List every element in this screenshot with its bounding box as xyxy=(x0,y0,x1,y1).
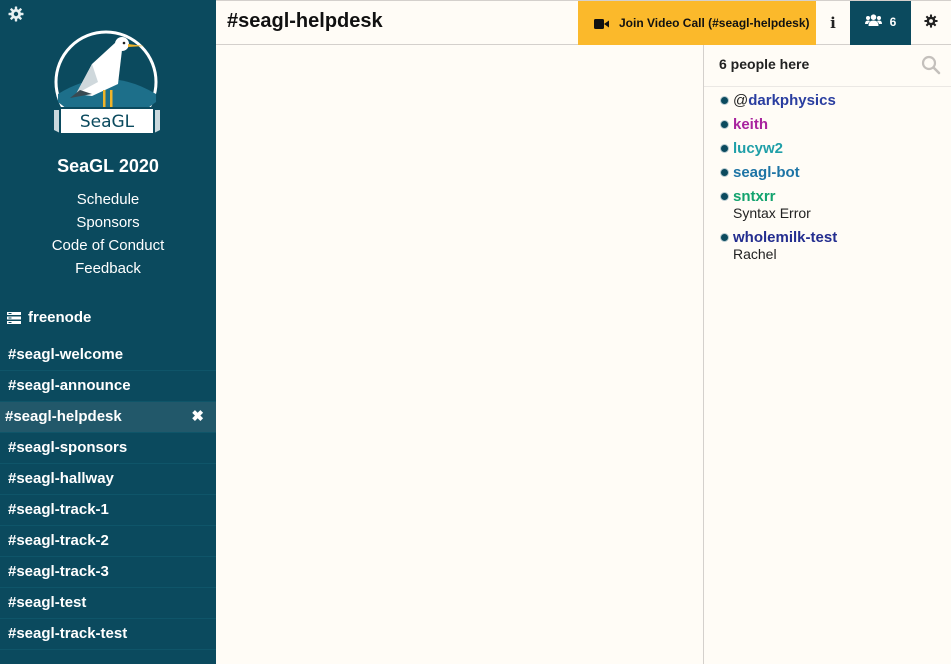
user-item[interactable]: sntxrr Syntax Error xyxy=(704,188,951,222)
user-nick-text: darkphysics xyxy=(748,92,836,109)
channel-item-seagl-test[interactable]: #seagl-test xyxy=(0,588,216,619)
online-status-dot xyxy=(721,145,728,152)
user-item[interactable]: @darkphysics xyxy=(704,92,951,109)
channel-item-seagl-helpdesk[interactable]: #seagl-helpdesk ✖ xyxy=(0,402,216,433)
online-status-dot xyxy=(721,169,728,176)
channel-item-seagl-track-2[interactable]: #seagl-track-2 xyxy=(0,526,216,557)
people-here-title: 6 people here xyxy=(719,56,810,72)
channel-name: #seagl-announce xyxy=(8,377,131,394)
channel-item-seagl-track-test[interactable]: #seagl-track-test xyxy=(0,619,216,650)
network-name: freenode xyxy=(28,308,92,326)
conference-title: SeaGL 2020 xyxy=(57,156,159,176)
code-of-conduct-link[interactable]: Code of Conduct xyxy=(0,234,216,257)
info-button[interactable]: i xyxy=(816,1,850,45)
user-nick: wholemilk-test xyxy=(733,229,838,246)
logo-text: SeaGL xyxy=(80,112,135,132)
channel-item-seagl-track-3[interactable]: #seagl-track-3 xyxy=(0,557,216,588)
channel-name: #seagl-hallway xyxy=(8,470,114,487)
channel-name: #seagl-track-3 xyxy=(8,563,109,580)
close-icon[interactable]: ✖ xyxy=(191,402,204,432)
channel-item-seagl-sponsors[interactable]: #seagl-sponsors xyxy=(0,433,216,464)
user-item[interactable]: seagl-bot xyxy=(704,164,951,181)
channel-name: #seagl-track-1 xyxy=(8,501,109,518)
conference-links: Schedule Sponsors Code of Conduct Feedba… xyxy=(0,188,216,280)
channel-name: #seagl-helpdesk xyxy=(5,408,122,425)
search-icon[interactable] xyxy=(921,55,941,75)
channel-name: #seagl-sponsors xyxy=(8,439,128,456)
user-realname: Syntax Error xyxy=(733,205,811,221)
channel-item-seagl-hallway[interactable]: #seagl-hallway xyxy=(0,464,216,495)
channel-name: #seagl-track-test xyxy=(8,625,128,642)
sidebar: SeaGL SeaGL 2020 Schedule Sponsors Code … xyxy=(0,0,216,664)
user-nick: seagl-bot xyxy=(733,164,800,181)
nicklist: 6 people here @darkphysics keith lucyw2 … xyxy=(703,45,951,664)
people-count: 6 xyxy=(889,15,897,29)
user-nick: lucyw2 xyxy=(733,140,784,157)
gear-icon[interactable] xyxy=(8,6,26,24)
channel-list: #seagl-welcome #seagl-announce #seagl-he… xyxy=(0,340,216,650)
schedule-link[interactable]: Schedule xyxy=(0,188,216,211)
seagl-logo: SeaGL xyxy=(52,24,162,142)
channel-name: #seagl-welcome xyxy=(8,346,124,363)
server-icon xyxy=(7,311,21,324)
users-icon xyxy=(864,14,882,32)
join-video-call-button[interactable]: Join Video Call (#seagl-helpdesk) xyxy=(578,1,816,45)
user-list: @darkphysics keith lucyw2 seagl-bot sntx… xyxy=(704,87,951,263)
nicklist-header: 6 people here xyxy=(704,45,951,87)
page-title: #seagl-helpdesk xyxy=(227,10,383,32)
user-nick: sntxrr xyxy=(733,188,776,205)
video-camera-icon xyxy=(594,18,609,29)
video-call-label: Join Video Call (#seagl-helpdesk) xyxy=(619,16,810,30)
info-icon: i xyxy=(830,14,836,32)
message-list[interactable] xyxy=(216,45,703,664)
channel-header: #seagl-helpdesk Join Video Call (#seagl-… xyxy=(216,0,951,45)
channel-item-seagl-track-1[interactable]: #seagl-track-1 xyxy=(0,495,216,526)
user-item[interactable]: wholemilk-test Rachel xyxy=(704,229,951,263)
sponsors-link[interactable]: Sponsors xyxy=(0,211,216,234)
channel-settings-button[interactable] xyxy=(911,1,951,45)
online-status-dot xyxy=(721,193,728,200)
channel-name: #seagl-track-2 xyxy=(8,532,109,549)
user-item[interactable]: lucyw2 xyxy=(704,140,951,157)
channel-item-seagl-welcome[interactable]: #seagl-welcome xyxy=(0,340,216,371)
user-mode-prefix: @ xyxy=(733,92,749,109)
online-status-dot xyxy=(721,234,728,241)
user-nick: @darkphysics xyxy=(733,92,951,109)
online-status-dot xyxy=(721,121,728,128)
channel-name: #seagl-test xyxy=(8,594,87,611)
online-status-dot xyxy=(721,97,728,104)
people-button[interactable]: 6 xyxy=(850,1,911,45)
channel-item-seagl-announce[interactable]: #seagl-announce xyxy=(0,371,216,402)
feedback-link[interactable]: Feedback xyxy=(0,257,216,280)
user-item[interactable]: keith xyxy=(704,116,951,133)
gear-icon xyxy=(924,13,938,33)
user-realname: Rachel xyxy=(733,246,777,262)
network-freenode[interactable]: freenode xyxy=(7,308,91,326)
user-nick: keith xyxy=(733,116,769,133)
